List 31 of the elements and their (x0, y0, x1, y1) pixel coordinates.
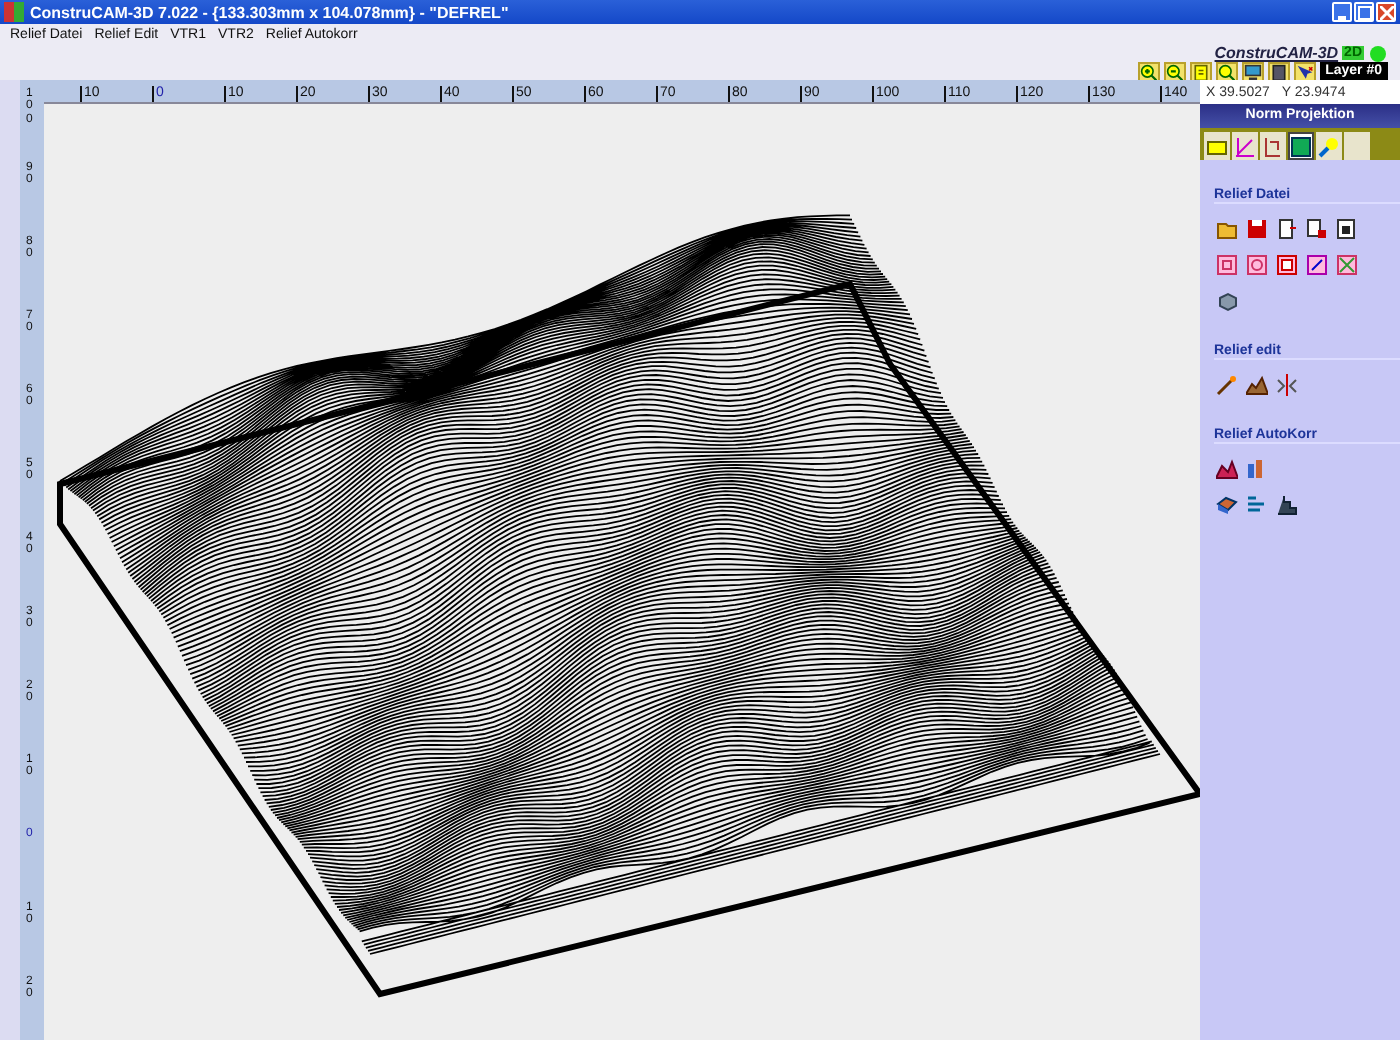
app-icon (4, 2, 24, 22)
terrain-icon[interactable] (1246, 370, 1268, 392)
minimize-button[interactable] (1332, 2, 1352, 22)
close-icon (1379, 5, 1393, 19)
step-icon[interactable] (1276, 490, 1298, 512)
panel-tab[interactable] (1204, 132, 1230, 160)
zoom-out-icon[interactable] (1163, 62, 1186, 82)
close-button[interactable] (1376, 2, 1396, 22)
frame-icon[interactable] (1306, 250, 1328, 272)
panel-tab[interactable] (1288, 132, 1314, 160)
maximize-icon (1357, 5, 1371, 19)
magnifier-icon[interactable] (1215, 62, 1238, 82)
cursor-icon[interactable] (1293, 62, 1316, 82)
terrain-icon[interactable] (1216, 454, 1238, 476)
document-icon[interactable] (1276, 214, 1298, 236)
page-icon[interactable] (1189, 62, 1212, 82)
frame-icon[interactable] (1336, 250, 1358, 272)
maximize-button[interactable] (1354, 2, 1374, 22)
status-dot-icon (1368, 43, 1388, 63)
frame-icon[interactable] (1276, 250, 1298, 272)
app-logo: ConstruCAM-3D (1214, 44, 1339, 62)
frame-icon[interactable] (1246, 250, 1268, 272)
mirror-icon[interactable] (1276, 370, 1298, 392)
document-icon[interactable] (1336, 214, 1358, 236)
frame-icon[interactable] (1216, 250, 1238, 272)
zoom-in-icon[interactable] (1137, 62, 1160, 82)
document-icon[interactable] (1306, 214, 1328, 236)
monitor-icon[interactable] (1241, 62, 1264, 82)
chart-icon[interactable] (1246, 454, 1268, 476)
wand-icon[interactable] (1216, 370, 1238, 392)
window-title: ConstruCAM-3D 7.022 - {133.303mm x 104.078mm} - "DEFREL" (30, 3, 511, 21)
